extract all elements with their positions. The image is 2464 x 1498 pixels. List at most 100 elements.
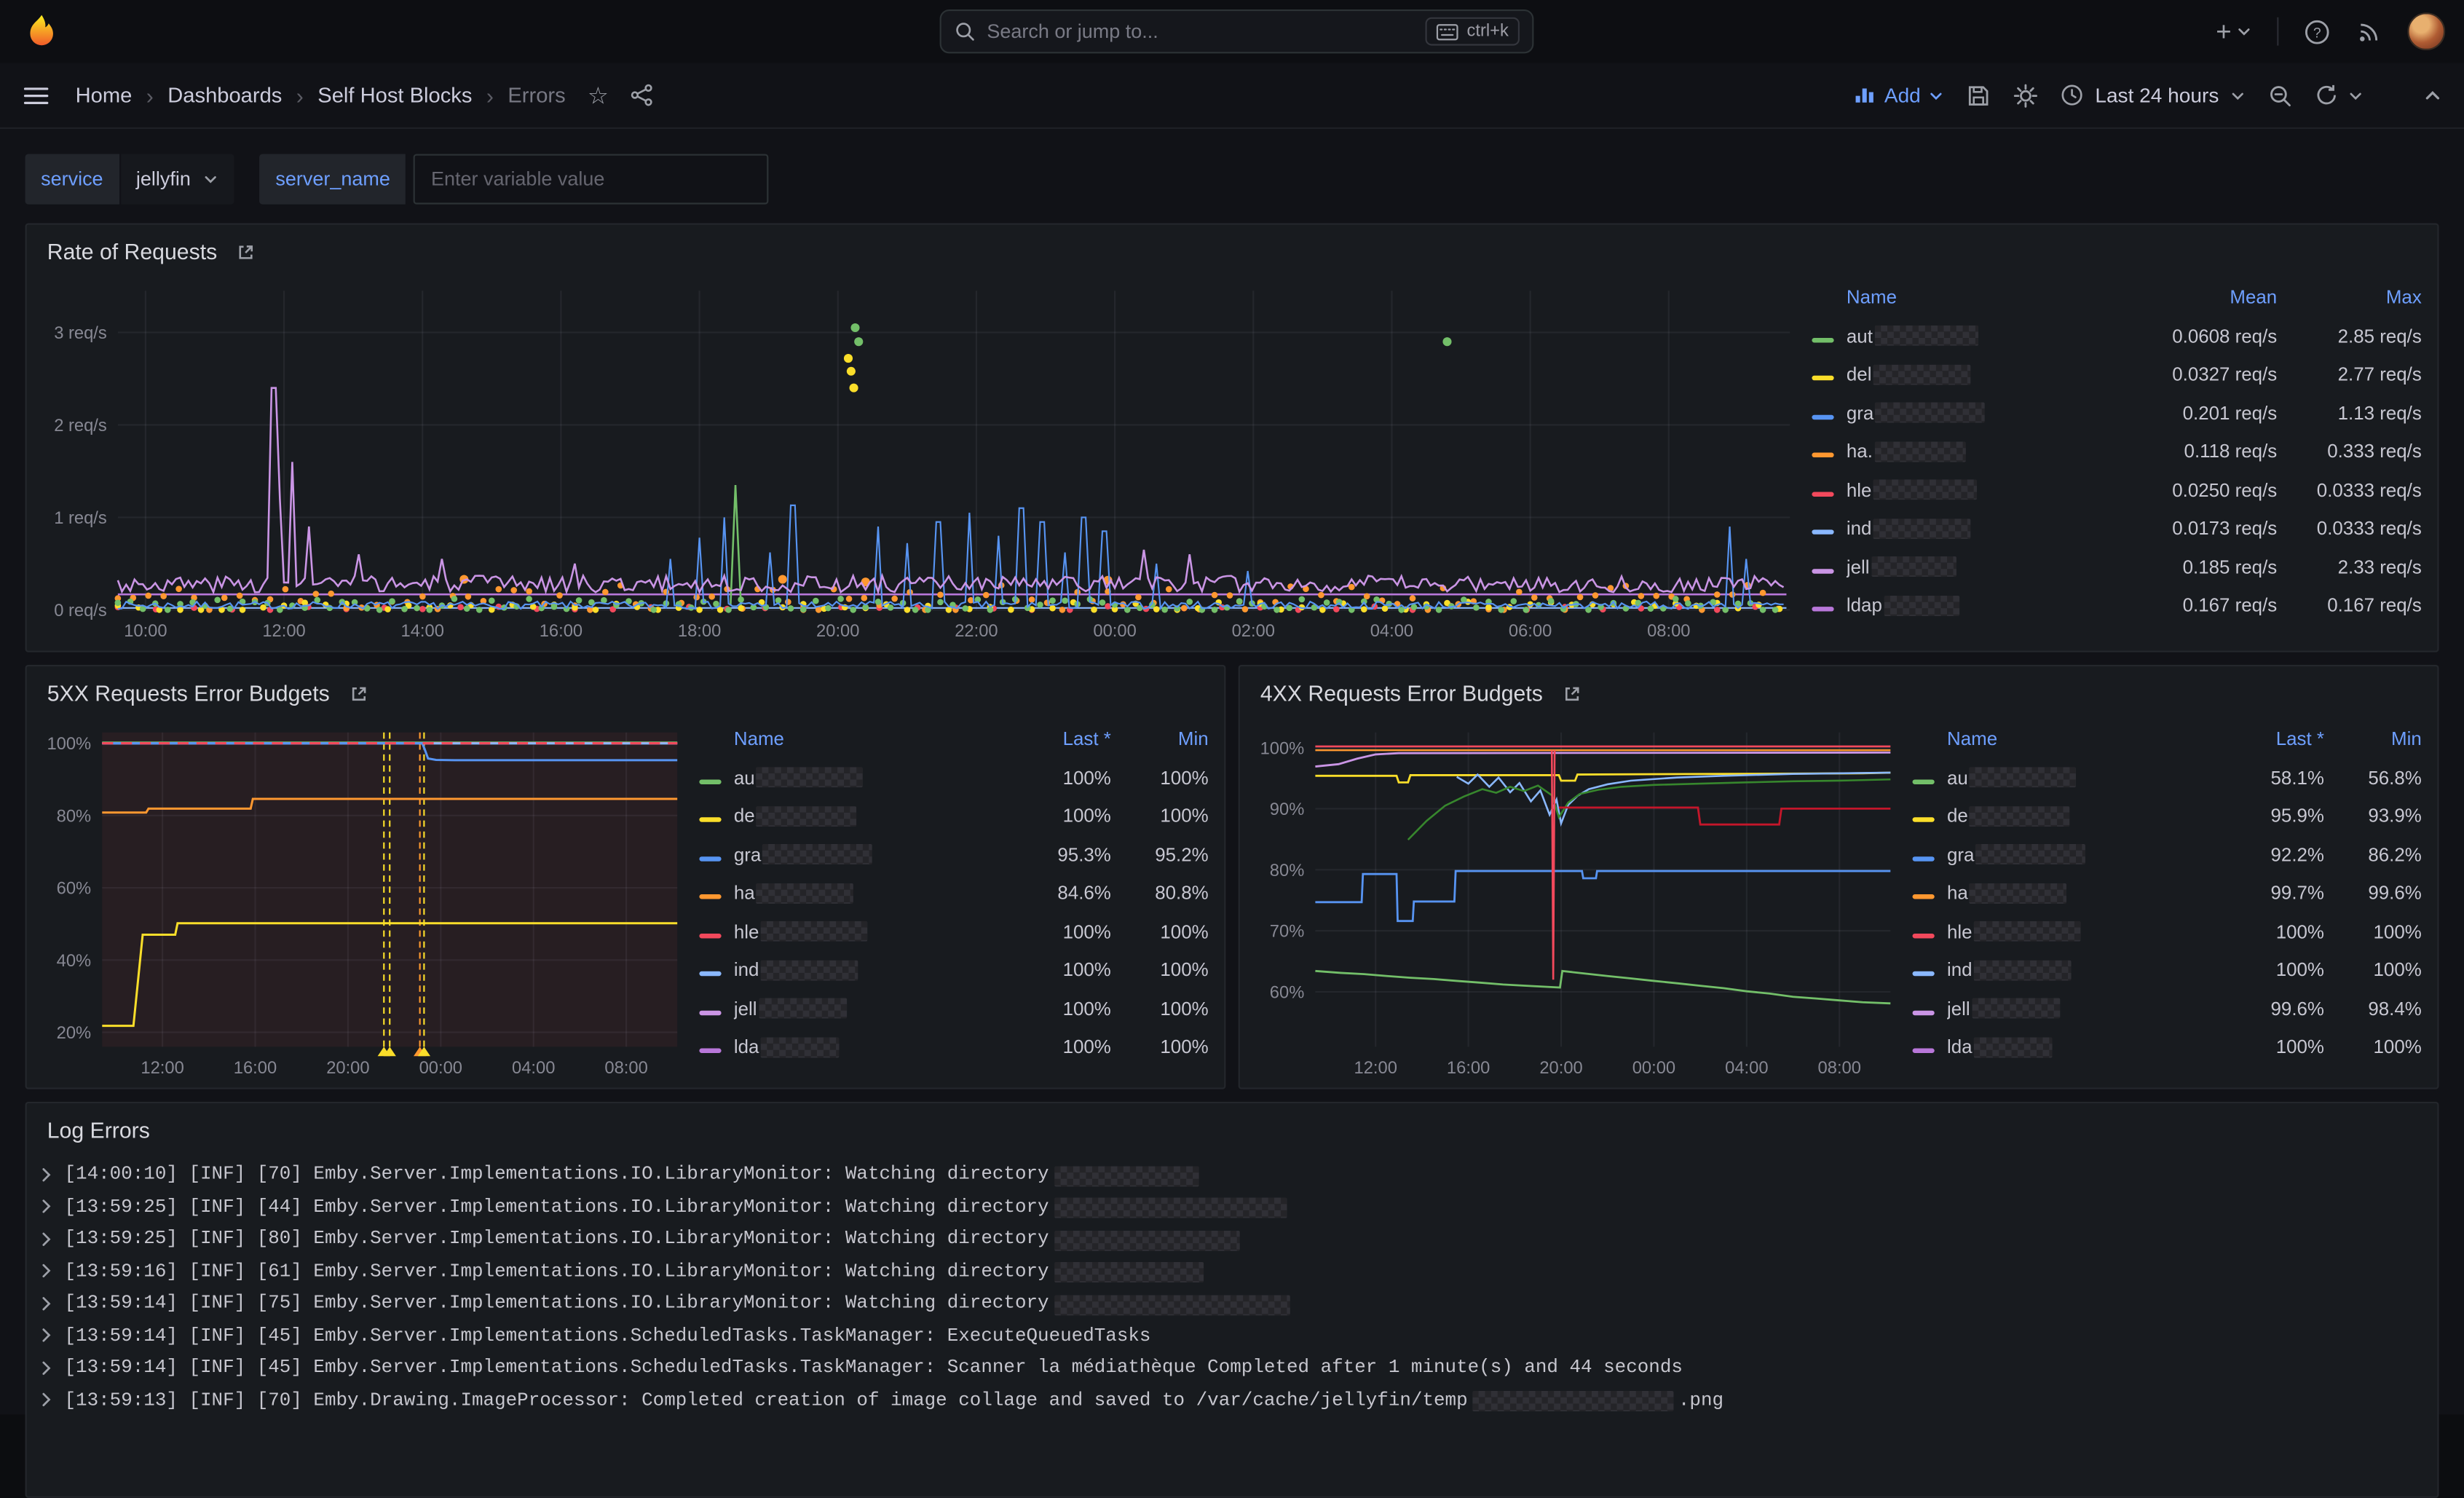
- legend-row[interactable]: de 100% 100%: [699, 797, 1208, 835]
- legend-header-last[interactable]: Last *: [2211, 728, 2324, 750]
- series-color-dash: [1913, 1049, 1935, 1053]
- search-icon: [954, 20, 976, 42]
- legend-row[interactable]: hle 0.0250 req/s 0.0333 req/s: [1812, 470, 2421, 509]
- redacted-name: [761, 1037, 840, 1057]
- legend-row[interactable]: gra 95.3% 95.2%: [699, 835, 1208, 874]
- time-range-picker[interactable]: Last 24 hours: [2061, 83, 2246, 106]
- breadcrumb-dashboards[interactable]: Dashboards: [167, 83, 282, 106]
- log-row[interactable]: [14:00:10] [INF] [70] Emby.Server.Implem…: [36, 1159, 2431, 1191]
- legend-header-name[interactable]: Name: [1947, 728, 2211, 750]
- panel-title[interactable]: Log Errors: [47, 1117, 150, 1143]
- legend-row[interactable]: gra 92.2% 86.2%: [1913, 835, 2422, 874]
- legend-last-value: 100%: [2211, 959, 2324, 981]
- panel-5xx-error-budgets: 5XX Requests Error Budgets 20%40%60%80%1…: [25, 665, 1226, 1089]
- zoom-out-icon[interactable]: [2267, 82, 2293, 108]
- expand-caret-icon[interactable]: [39, 1327, 53, 1344]
- log-list: [14:00:10] [INF] [70] Emby.Server.Implem…: [27, 1143, 2438, 1416]
- legend-row[interactable]: ha 99.7% 99.6%: [1913, 874, 2422, 912]
- expand-caret-icon[interactable]: [39, 1230, 53, 1247]
- help-icon[interactable]: ?: [2304, 18, 2331, 45]
- external-link-icon[interactable]: [1562, 683, 1582, 703]
- log-row[interactable]: [13:59:16] [INF] [61] Emby.Server.Implem…: [36, 1255, 2431, 1287]
- legend-header-max[interactable]: Max: [2277, 286, 2422, 308]
- svg-text:16:00: 16:00: [234, 1059, 277, 1078]
- legend-row[interactable]: au 100% 100%: [699, 758, 1208, 797]
- expand-caret-icon[interactable]: [39, 1295, 53, 1312]
- legend-row[interactable]: de 95.9% 93.9%: [1913, 797, 2422, 835]
- series-color-dash: [1812, 337, 1833, 342]
- legend-row[interactable]: ind 100% 100%: [1913, 951, 2422, 990]
- favorite-star-icon[interactable]: ☆: [588, 81, 609, 109]
- series-color-dash: [699, 933, 721, 937]
- grafana-logo-icon[interactable]: [22, 12, 61, 51]
- legend-row[interactable]: lda 100% 100%: [1913, 1028, 2422, 1066]
- redacted-name: [761, 960, 858, 980]
- variable-server-name: server_name: [260, 154, 769, 205]
- global-search[interactable]: Search or jump to... ctrl+k: [940, 9, 1534, 53]
- legend-mean-value: 0.0250 req/s: [2101, 479, 2278, 501]
- breadcrumb-home[interactable]: Home: [76, 83, 133, 106]
- log-row[interactable]: [13:59:25] [INF] [80] Emby.Server.Implem…: [36, 1223, 2431, 1255]
- breadcrumb-folder[interactable]: Self Host Blocks: [317, 83, 472, 106]
- legend-row[interactable]: ind 0.0173 req/s 0.0333 req/s: [1812, 509, 2421, 548]
- save-dashboard-icon[interactable]: [1966, 82, 1991, 108]
- add-panel-button[interactable]: Add: [1853, 83, 1944, 106]
- log-row[interactable]: [13:59:13] [INF] [70] Emby.Drawing.Image…: [36, 1384, 2431, 1416]
- log-row[interactable]: [13:59:14] [INF] [75] Emby.Server.Implem…: [36, 1288, 2431, 1320]
- external-link-icon[interactable]: [349, 683, 369, 703]
- legend-row[interactable]: del 0.0327 req/s 2.77 req/s: [1812, 355, 2421, 394]
- rate-chart[interactable]: 0 req/s1 req/s2 req/s3 req/s10:0012:0014…: [39, 275, 1803, 644]
- legend-row[interactable]: ind 100% 100%: [699, 951, 1208, 990]
- legend-row[interactable]: hle 100% 100%: [699, 912, 1208, 951]
- panel-title[interactable]: Rate of Requests: [47, 239, 217, 264]
- expand-caret-icon[interactable]: [39, 1166, 53, 1183]
- variable-server-name-input[interactable]: [414, 154, 769, 205]
- share-icon[interactable]: [631, 83, 654, 106]
- expand-caret-icon[interactable]: [39, 1198, 53, 1215]
- legend-mean-value: 0.0173 req/s: [2101, 518, 2278, 540]
- error-budget-4xx-chart[interactable]: 60%70%80%90%100%12:0016:0020:0000:0004:0…: [1252, 717, 1903, 1081]
- news-broadcast-icon[interactable]: [2356, 18, 2382, 45]
- legend-row[interactable]: jell 100% 100%: [699, 990, 1208, 1028]
- expand-caret-icon[interactable]: [39, 1359, 53, 1376]
- legend-row[interactable]: jell 0.185 req/s 2.33 req/s: [1812, 548, 2421, 586]
- legend-header-name[interactable]: Name: [734, 728, 998, 750]
- refresh-icon[interactable]: [2315, 83, 2338, 106]
- log-row[interactable]: [13:59:14] [INF] [45] Emby.Server.Implem…: [36, 1320, 2431, 1352]
- legend-header-min[interactable]: Min: [1111, 728, 1209, 750]
- legend-row[interactable]: ldap 0.167 req/s 0.167 req/s: [1812, 586, 2421, 625]
- legend-row[interactable]: ha. 0.118 req/s 0.333 req/s: [1812, 433, 2421, 471]
- dashboard-settings-icon[interactable]: [2013, 82, 2039, 108]
- panel-title[interactable]: 5XX Requests Error Budgets: [47, 681, 330, 706]
- legend-row[interactable]: au 58.1% 56.8%: [1913, 758, 2422, 797]
- refresh-interval-dropdown[interactable]: [2347, 87, 2364, 103]
- legend-header-mean[interactable]: Mean: [2101, 286, 2278, 308]
- expand-caret-icon[interactable]: [39, 1263, 53, 1280]
- log-row[interactable]: [13:59:14] [INF] [45] Emby.Server.Implem…: [36, 1352, 2431, 1384]
- legend-row[interactable]: jell 99.6% 98.4%: [1913, 990, 2422, 1028]
- panel-title[interactable]: 4XX Requests Error Budgets: [1260, 681, 1543, 706]
- error-budget-5xx-chart[interactable]: 20%40%60%80%100%12:0016:0020:0000:0004:0…: [39, 717, 690, 1081]
- legend-min-value: 56.8%: [2324, 767, 2422, 789]
- mega-menu-icon[interactable]: [22, 81, 50, 109]
- legend-row[interactable]: aut 0.0608 req/s 2.85 req/s: [1812, 317, 2421, 355]
- legend-header-last[interactable]: Last *: [998, 728, 1110, 750]
- series-color-dash: [1812, 376, 1833, 380]
- user-avatar[interactable]: [2407, 12, 2445, 50]
- log-row[interactable]: [13:59:25] [INF] [44] Emby.Server.Implem…: [36, 1191, 2431, 1223]
- legend-row[interactable]: ha 84.6% 80.8%: [699, 874, 1208, 912]
- external-link-icon[interactable]: [236, 241, 256, 261]
- redacted-name: [1970, 768, 2077, 788]
- expand-caret-icon[interactable]: [39, 1392, 53, 1409]
- collapse-toolbar-icon[interactable]: [2423, 86, 2442, 105]
- legend-row[interactable]: lda 100% 100%: [699, 1028, 1208, 1066]
- legend-header-min[interactable]: Min: [2324, 728, 2422, 750]
- legend-row[interactable]: hle 100% 100%: [1913, 912, 2422, 951]
- legend-last-value: 92.2%: [2211, 843, 2324, 865]
- new-button[interactable]: +: [2216, 18, 2252, 45]
- svg-text:08:00: 08:00: [1818, 1059, 1861, 1078]
- legend-row[interactable]: gra 0.201 req/s 1.13 req/s: [1812, 394, 2421, 433]
- variable-service-picker[interactable]: jellyfin: [120, 154, 234, 205]
- legend-header-name[interactable]: Name: [1847, 286, 2101, 308]
- redacted-name: [757, 768, 864, 788]
